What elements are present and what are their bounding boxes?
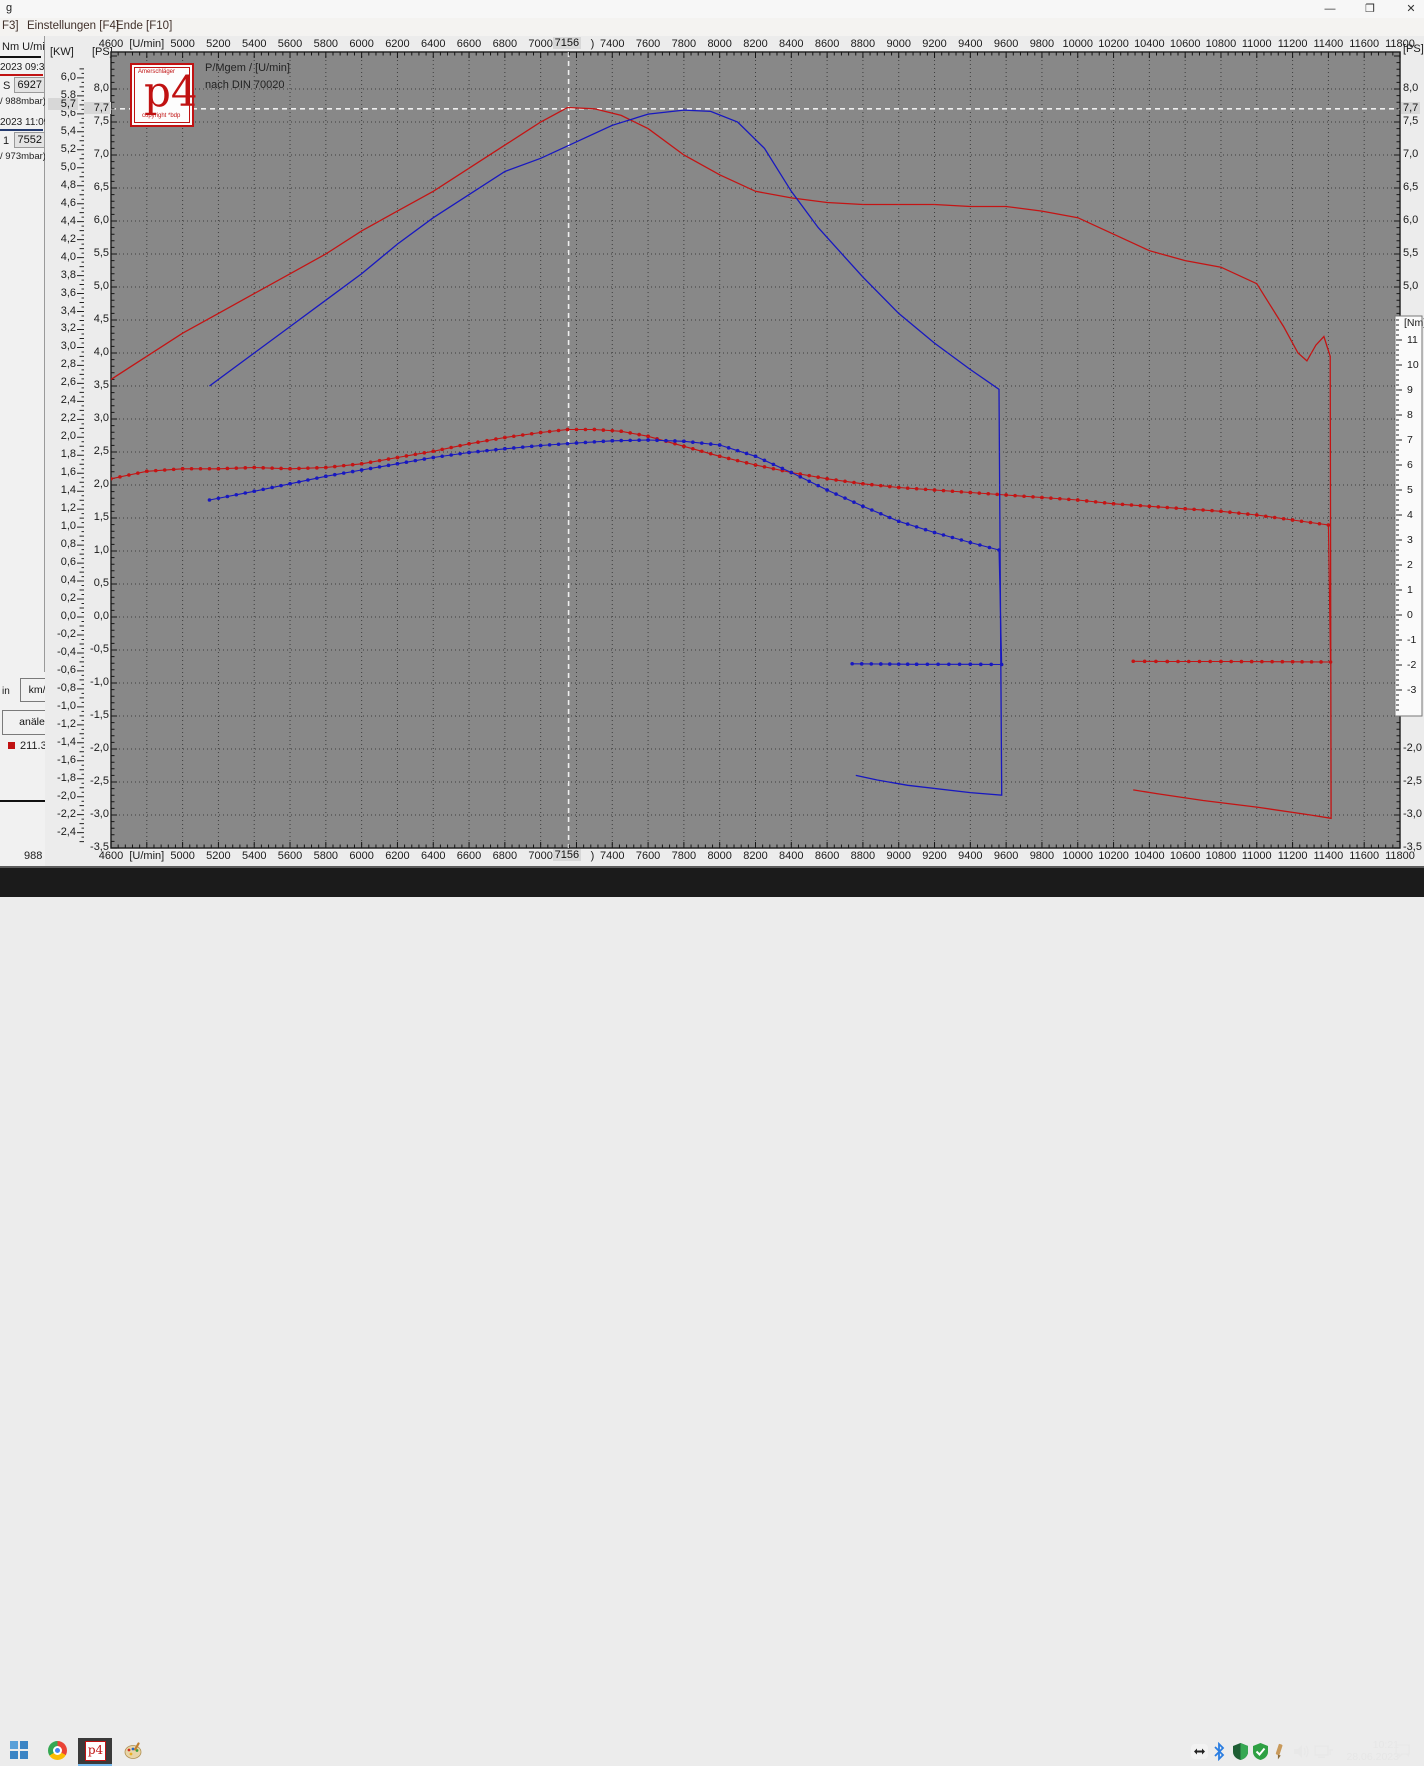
security-check-icon[interactable]: [1251, 1742, 1270, 1761]
dyno-plot-canvas[interactable]: [0, 0, 1424, 897]
logo-p4-text: p4: [144, 67, 198, 116]
defender-shield-icon[interactable]: [1231, 1742, 1250, 1761]
teamviewer-icon[interactable]: [1190, 1742, 1209, 1761]
taskbar: p4 10:21 28.06.2023: [0, 868, 1424, 897]
bluetooth-icon[interactable]: [1212, 1742, 1226, 1761]
p4-app-icon: p4: [85, 1741, 106, 1761]
speaker-icon[interactable]: [1292, 1742, 1311, 1761]
tray-date: 28.06.2023: [1337, 1751, 1399, 1763]
chart-subtitle: nach DIN 70020: [205, 79, 285, 91]
start-icon[interactable]: [10, 1741, 29, 1760]
chart-title: P/Mgem / [U/min]: [205, 62, 290, 74]
p4-logo: Amerschläger p4 copyright *bdp: [130, 63, 194, 127]
pen-icon[interactable]: [1272, 1742, 1286, 1761]
p4-taskbar-button[interactable]: p4: [78, 1738, 112, 1766]
paint-icon[interactable]: [124, 1741, 143, 1760]
screen: { "window": { "title": "g", "controls": …: [0, 0, 1424, 897]
action-center-icon[interactable]: [1393, 1742, 1412, 1761]
logo-copyright-text: copyright *bdp: [142, 113, 180, 119]
chrome-icon[interactable]: [48, 1741, 67, 1760]
tray-clock[interactable]: 10:21 28.06.2023: [1337, 1739, 1399, 1763]
network-icon[interactable]: [1313, 1742, 1335, 1761]
tray-time: 10:21: [1337, 1739, 1399, 1751]
